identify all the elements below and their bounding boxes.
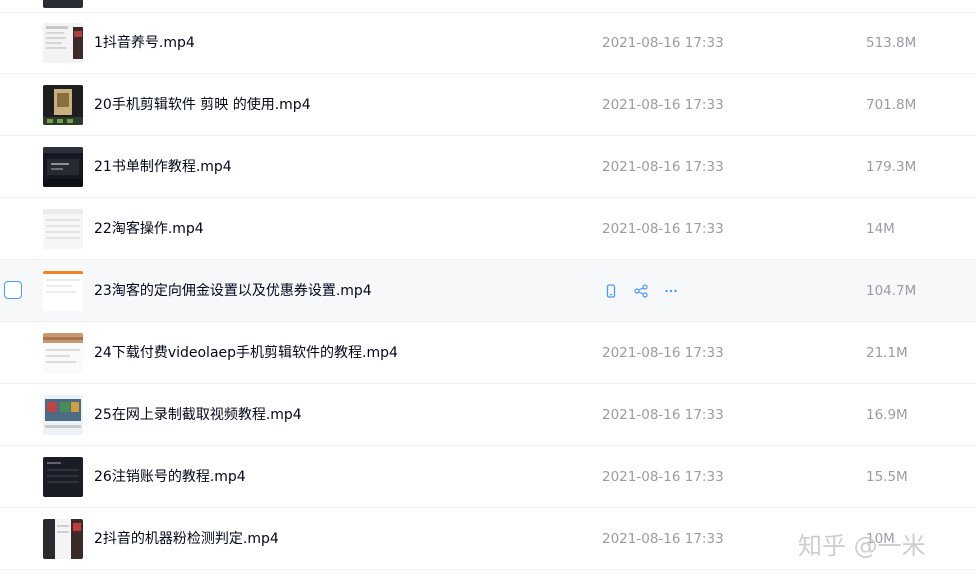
file-row[interactable]: 25在网上录制截取视频教程.mp4 2021-08-16 17:33 16.9M [0, 384, 976, 446]
file-list: 1抖音养号.mp4 2021-08-16 17:33 513.8M 20手机剪辑… [0, 0, 976, 582]
file-modified-time: 2021-08-16 17:33 [602, 469, 724, 485]
video-thumbnail [43, 519, 83, 559]
file-row[interactable]: 24下载付费videolaep手机剪辑软件的教程.mp4 2021-08-16 … [0, 322, 976, 384]
file-size: 15.5M [866, 469, 908, 485]
file-size: 16.9M [866, 407, 908, 423]
file-modified-time: 2021-08-16 17:33 [602, 97, 724, 113]
file-modified-time: 2021-08-16 17:33 [602, 159, 724, 175]
file-row[interactable]: 21书单制作教程.mp4 2021-08-16 17:33 179.3M [0, 136, 976, 198]
video-thumbnail [43, 395, 83, 435]
video-thumbnail [43, 271, 83, 311]
file-size: 513.8M [866, 35, 917, 51]
file-modified-time: 2021-08-16 17:33 [602, 531, 724, 547]
video-thumbnail [43, 457, 83, 497]
file-size: 104.7M [866, 283, 917, 299]
file-row-hovered[interactable]: 23淘客的定向佣金设置以及优惠券设置.mp4 104.7M [0, 260, 976, 322]
watermark: 知乎 @一米 [798, 532, 926, 560]
file-modified-time: 2021-08-16 17:33 [602, 345, 724, 361]
file-name[interactable]: 1抖音养号.mp4 [94, 12, 195, 74]
video-thumbnail [43, 147, 83, 187]
file-size: 179.3M [866, 159, 917, 175]
file-row[interactable]: 1抖音养号.mp4 2021-08-16 17:33 513.8M [0, 12, 976, 74]
file-size: 21.1M [866, 345, 908, 361]
file-size: 701.8M [866, 97, 917, 113]
video-thumbnail [43, 85, 83, 125]
row-checkbox[interactable] [4, 281, 22, 299]
file-size: 14M [866, 221, 895, 237]
file-name[interactable]: 22淘客操作.mp4 [94, 198, 204, 260]
file-name[interactable]: 20手机剪辑软件 剪映 的使用.mp4 [94, 74, 311, 136]
more-icon[interactable] [662, 282, 680, 300]
file-name[interactable]: 24下载付费videolaep手机剪辑软件的教程.mp4 [94, 322, 398, 384]
file-row[interactable]: 20手机剪辑软件 剪映 的使用.mp4 2021-08-16 17:33 701… [0, 74, 976, 136]
file-modified-time: 2021-08-16 17:33 [602, 407, 724, 423]
video-thumbnail [43, 23, 83, 63]
share-icon[interactable] [632, 282, 650, 300]
video-thumbnail [43, 209, 83, 249]
file-row[interactable]: 22淘客操作.mp4 2021-08-16 17:33 14M [0, 198, 976, 260]
video-thumbnail [43, 333, 83, 373]
phone-icon[interactable] [602, 282, 620, 300]
thumbnail-partial [43, 0, 83, 8]
file-name[interactable]: 23淘客的定向佣金设置以及优惠券设置.mp4 [94, 260, 372, 322]
file-row[interactable]: 26注销账号的教程.mp4 2021-08-16 17:33 15.5M [0, 446, 976, 508]
file-name[interactable]: 2抖音的机器粉检测判定.mp4 [94, 508, 279, 570]
file-modified-time: 2021-08-16 17:33 [602, 35, 724, 51]
file-modified-time: 2021-08-16 17:33 [602, 221, 724, 237]
file-name[interactable]: 26注销账号的教程.mp4 [94, 446, 246, 508]
row-actions [602, 282, 692, 300]
file-name[interactable]: 25在网上录制截取视频教程.mp4 [94, 384, 302, 446]
file-name[interactable]: 21书单制作教程.mp4 [94, 136, 232, 198]
